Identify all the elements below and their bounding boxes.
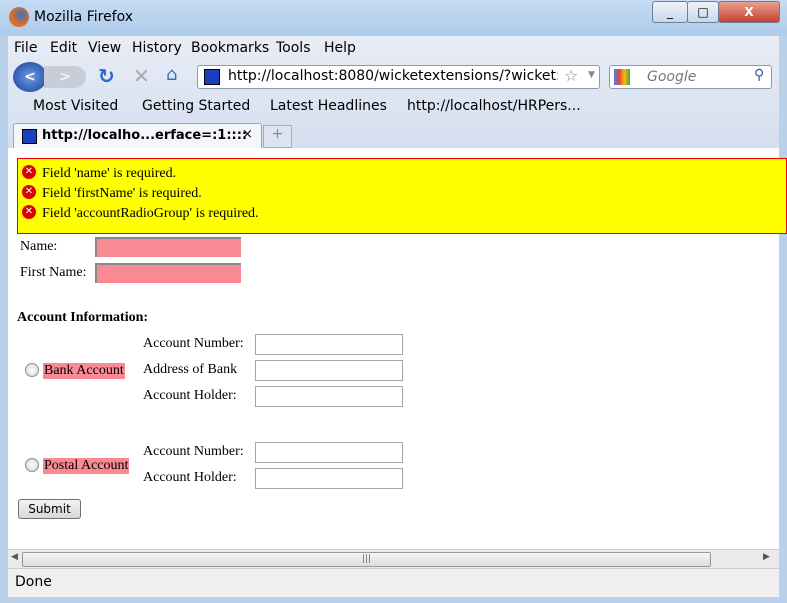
tab-active[interactable]: http://localho...erface=:1:::: × (13, 123, 262, 149)
firefox-logo-icon (9, 7, 29, 27)
search-input[interactable]: Google (647, 69, 696, 85)
error-message: ✕ Field 'name' is required. (22, 164, 786, 184)
error-icon: ✕ (22, 185, 36, 199)
error-icon: ✕ (22, 205, 36, 219)
status-bar: Done (8, 568, 779, 597)
forward-button[interactable]: > (44, 66, 86, 88)
menu-file[interactable]: File (14, 40, 37, 56)
maximize-button[interactable]: □ (687, 1, 719, 23)
menu-bookmarks[interactable]: Bookmarks (191, 40, 269, 56)
tab-favicon-icon (22, 129, 37, 144)
postal-account-radio[interactable] (25, 458, 39, 472)
reload-icon[interactable]: ↻ (98, 64, 115, 88)
bank-account-radio[interactable] (25, 363, 39, 377)
name-input[interactable] (95, 237, 241, 257)
search-icon[interactable]: ⚲ (754, 67, 764, 83)
bookmark-hrpers[interactable]: http://localhost/HRPers... (407, 98, 581, 114)
postal-account-holder-input[interactable] (255, 468, 403, 489)
menu-history[interactable]: History (132, 40, 182, 56)
submit-button[interactable]: Submit (18, 499, 81, 519)
google-icon[interactable] (614, 69, 630, 85)
bank-account-number-label: Account Number: (143, 336, 244, 351)
scroll-right-icon[interactable]: ▶ (763, 552, 770, 562)
scrollbar-thumb[interactable]: ||| (22, 552, 711, 567)
account-heading: Account Information: (17, 310, 149, 325)
bookmark-star-icon[interactable]: ☆ (564, 66, 578, 85)
back-button[interactable]: < (13, 62, 47, 92)
title-bar: Mozilla Firefox _ □ X (0, 0, 787, 36)
menu-tools[interactable]: Tools (276, 40, 311, 56)
url-bar[interactable]: http://localhost:8080/wicketextensions/?… (197, 65, 600, 89)
status-text: Done (15, 574, 52, 590)
error-feedback-panel: ✕ Field 'name' is required. ✕ Field 'first… (17, 158, 787, 234)
scroll-left-icon[interactable]: ◀ (11, 552, 18, 562)
postal-account-holder-label: Account Holder: (143, 470, 237, 485)
menu-help[interactable]: Help (324, 40, 356, 56)
postal-account-number-input[interactable] (255, 442, 403, 463)
name-label: Name: (20, 239, 58, 254)
bank-account-label: Bank Account (43, 363, 125, 379)
bank-account-number-input[interactable] (255, 334, 403, 355)
close-button[interactable]: X (718, 1, 780, 23)
menu-edit[interactable]: Edit (50, 40, 77, 56)
url-dropdown-icon[interactable]: ▼ (588, 70, 595, 80)
error-icon: ✕ (22, 165, 36, 179)
postal-account-label: Postal Account (43, 458, 130, 474)
bank-account-holder-label: Account Holder: (143, 388, 237, 403)
page-content: ✕ Field 'name' is required. ✕ Field 'first… (8, 148, 787, 549)
bank-account-holder-input[interactable] (255, 386, 403, 407)
bookmark-getting-started[interactable]: Getting Started (142, 98, 250, 114)
new-tab-button[interactable]: + (263, 125, 292, 148)
window-title: Mozilla Firefox (34, 9, 134, 25)
url-text: http://localhost:8080/wicketextensions/?… (228, 68, 558, 84)
error-message: ✕ Field 'firstName' is required. (22, 184, 786, 204)
first-name-input[interactable] (95, 263, 241, 283)
bank-address-label: Address of Bank (143, 362, 238, 377)
minimize-button[interactable]: _ (652, 1, 688, 23)
bookmark-most-visited[interactable]: Most Visited (33, 98, 118, 114)
search-box[interactable]: Google ⚲ (609, 65, 772, 89)
tab-title: http://localho...erface=:1:::: (42, 128, 248, 143)
error-message: ✕ Field 'accountRadioGroup' is required. (22, 204, 786, 224)
bookmark-latest-headlines[interactable]: Latest Headlines (270, 98, 387, 114)
home-icon[interactable]: ⌂ (166, 64, 177, 85)
menu-view[interactable]: View (88, 40, 121, 56)
bank-address-input[interactable] (255, 360, 403, 381)
tab-close-icon[interactable]: × (242, 127, 253, 142)
site-favicon-icon (204, 69, 220, 85)
postal-account-number-label: Account Number: (143, 444, 244, 459)
first-name-label: First Name: (20, 265, 87, 280)
stop-icon[interactable]: ✕ (133, 64, 150, 88)
horizontal-scrollbar[interactable]: ◀ ||| ▶ (8, 549, 779, 568)
